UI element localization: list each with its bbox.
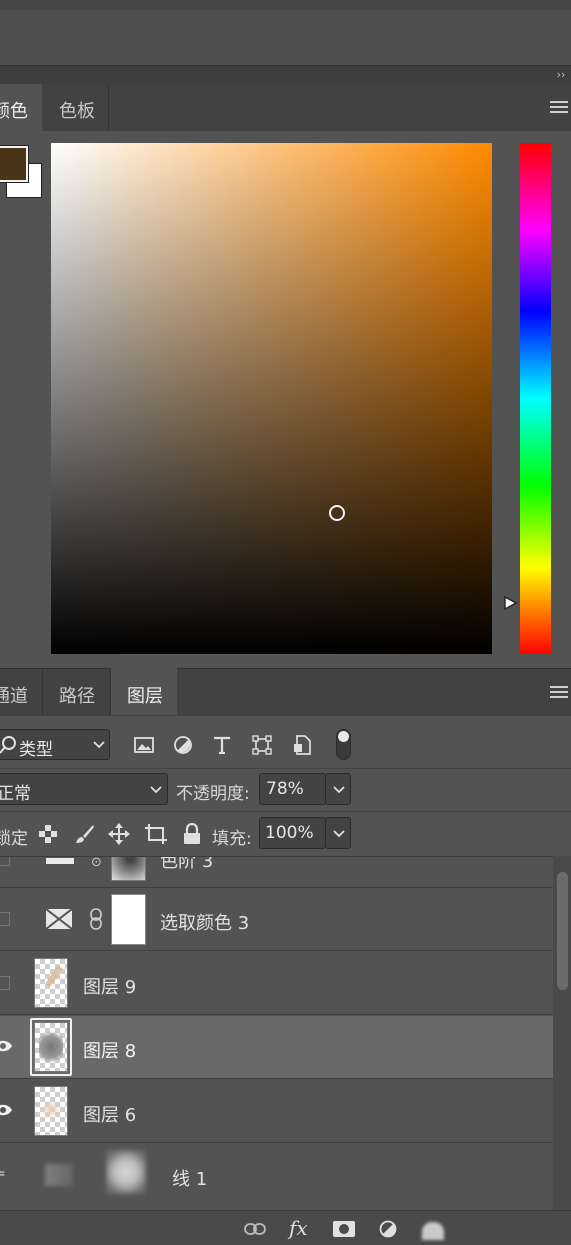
blend-mode-value: 正常	[0, 784, 31, 804]
layer-type-icon	[45, 1164, 73, 1186]
filter-shape-layers-icon[interactable]	[251, 734, 273, 756]
filter-toggle-knob	[338, 731, 349, 742]
color-panel-menu-icon[interactable]	[550, 98, 568, 116]
tab-color-label: 颜色	[0, 101, 28, 122]
foreground-color-swatch[interactable]	[0, 146, 28, 182]
color-field[interactable]	[51, 143, 492, 654]
blend-row-divider	[0, 768, 571, 769]
tab-layers-label: 图层	[127, 686, 163, 707]
fx-icon[interactable]: fx	[289, 1216, 308, 1240]
layer-row[interactable]: ⊙ 色阶 3	[0, 856, 553, 888]
layer-list: ⊙ 色阶 3 选取颜色 3 图层 9 图层 8 图层 6 线 1	[0, 856, 571, 1211]
visibility-toggle[interactable]	[0, 912, 10, 926]
lock-position-icon[interactable]	[108, 822, 130, 846]
search-icon	[0, 735, 17, 755]
tab-channels[interactable]: 通道	[0, 668, 43, 715]
lock-label: 锁定:	[0, 829, 28, 849]
mask-icon[interactable]	[333, 1220, 355, 1238]
layer-row[interactable]: 图层 9	[0, 952, 553, 1015]
filter-adjustment-layers-icon[interactable]	[172, 734, 194, 756]
opacity-label: 不透明度:	[176, 784, 250, 804]
hue-slider-handle[interactable]	[504, 596, 518, 610]
visibility-toggle[interactable]	[0, 857, 10, 866]
collapse-panels-icon[interactable]: ››	[553, 66, 569, 82]
layer-name: 图层 6	[83, 1105, 137, 1126]
layer-thumbnail	[34, 958, 68, 1008]
selective-color-icon	[45, 908, 73, 930]
visibility-toggle[interactable]: =	[0, 1166, 6, 1182]
layer-mask-thumbnail	[111, 857, 146, 881]
chevron-down-icon	[333, 830, 345, 838]
filter-type-layers-icon[interactable]	[211, 734, 233, 756]
layer-name: 线 1	[172, 1169, 208, 1190]
tab-color[interactable]: 颜色	[0, 84, 42, 131]
fill-value: 100%	[265, 823, 314, 843]
filter-toggle-switch[interactable]	[336, 729, 351, 760]
layer-mask-thumbnail	[111, 894, 146, 945]
layer-thumbnail	[34, 1086, 68, 1136]
layer-row-selected[interactable]: 图层 8	[0, 1016, 553, 1079]
tab-swatches-label: 色板	[59, 101, 95, 122]
color-picker-cursor[interactable]	[329, 505, 345, 521]
layers-bottom-bar	[0, 1210, 571, 1245]
layer-list-scrollbar-thumb[interactable]	[557, 872, 568, 990]
fill-field[interactable]: 100%	[259, 817, 326, 849]
visibility-toggle[interactable]	[0, 976, 10, 990]
lock-image-pixels-icon[interactable]	[74, 822, 96, 846]
tab-paths-label: 路径	[59, 686, 95, 707]
chain-link-icon	[89, 907, 103, 931]
adjustment-layer-icon	[46, 858, 74, 864]
tab-channels-label: 通道	[0, 686, 28, 707]
hue-slider[interactable]	[520, 143, 551, 654]
layer-row[interactable]: = 线 1	[0, 1144, 553, 1207]
layer-name: 选取颜色 3	[160, 913, 250, 934]
link-icon: ⊙	[91, 856, 102, 870]
panel-collapse-bar	[0, 65, 571, 84]
lock-transparent-pixels-icon[interactable]	[37, 823, 59, 845]
chevron-down-icon	[93, 741, 105, 749]
layer-name: 色阶 3	[160, 856, 214, 872]
layer-name: 图层 9	[83, 977, 137, 998]
blend-mode-dropdown[interactable]: 正常	[0, 773, 168, 805]
chevron-down-icon	[150, 786, 162, 794]
eye-icon[interactable]	[0, 1039, 12, 1053]
chevron-down-icon	[333, 786, 345, 794]
link-icon[interactable]	[243, 1220, 267, 1238]
lock-row-divider	[0, 811, 571, 812]
filter-smart-objects-icon[interactable]	[291, 734, 313, 756]
layer-filter-label: 类型	[19, 740, 53, 760]
adjustment-icon[interactable]	[378, 1219, 398, 1239]
filter-pixel-layers-icon[interactable]	[133, 734, 155, 756]
fill-label: 填充:	[212, 829, 252, 849]
lock-all-icon[interactable]	[182, 822, 202, 846]
fill-slider-button[interactable]	[325, 817, 351, 849]
tab-swatches[interactable]: 色板	[42, 84, 109, 131]
eye-icon[interactable]	[0, 1103, 12, 1117]
layers-panel-menu-icon[interactable]	[550, 683, 568, 701]
opacity-field[interactable]: 78%	[259, 773, 326, 805]
group-icon[interactable]	[422, 1222, 444, 1240]
layer-thumbnail	[34, 1022, 68, 1072]
layer-filter-dropdown[interactable]: 类型	[0, 729, 110, 760]
tab-paths[interactable]: 路径	[42, 668, 111, 715]
layer-mask-thumbnail	[106, 1150, 146, 1194]
opacity-value: 78%	[266, 779, 304, 799]
options-bar	[0, 10, 571, 65]
opacity-slider-button[interactable]	[325, 773, 351, 805]
layer-name: 图层 8	[83, 1041, 137, 1062]
layer-row[interactable]: 选取颜色 3	[0, 888, 553, 951]
lock-artboard-icon[interactable]	[144, 822, 168, 846]
tab-layers[interactable]: 图层	[111, 668, 177, 715]
layer-row[interactable]: 图层 6	[0, 1080, 553, 1143]
